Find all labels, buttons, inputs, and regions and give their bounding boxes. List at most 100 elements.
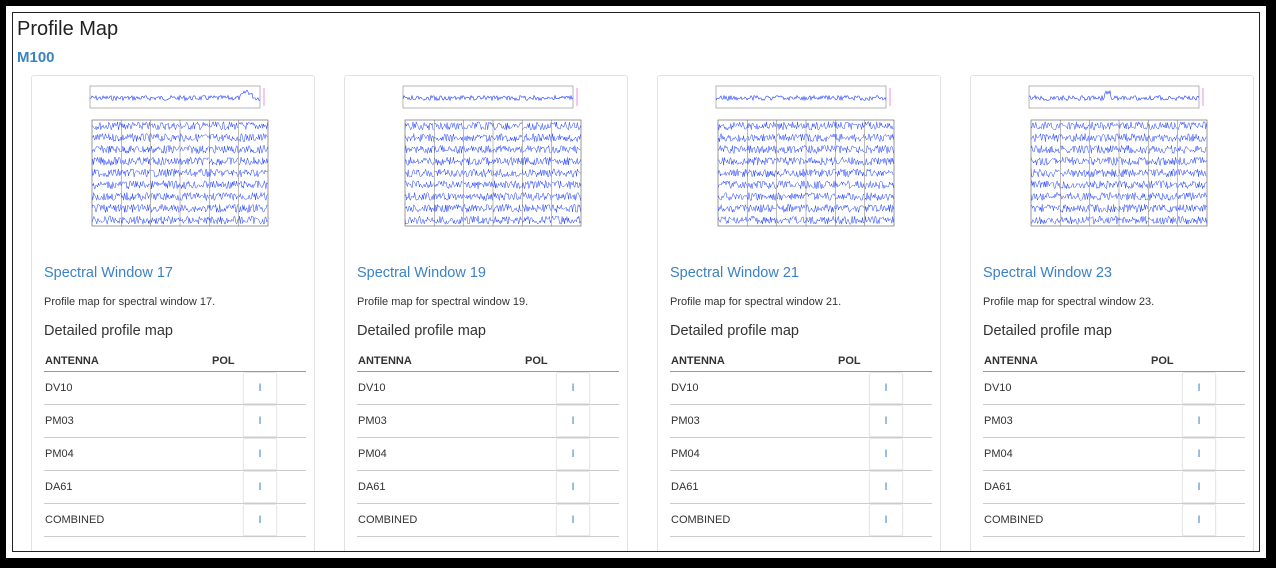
source-link[interactable]: M100 — [17, 49, 55, 66]
pol-cell: I — [1150, 371, 1216, 405]
antenna-name: DV10 — [357, 371, 524, 405]
profile-map-thumbnail[interactable] — [72, 78, 276, 242]
table-header: ANTENNA POL — [44, 350, 306, 372]
spw-title-link[interactable]: Spectral Window 21 — [670, 265, 799, 281]
pol-button[interactable]: I — [243, 372, 277, 404]
pol-cell: I — [524, 371, 590, 405]
table-row: DV10 I — [670, 371, 932, 405]
table-row: COMBINED I — [983, 503, 1245, 537]
pol-button[interactable]: I — [1182, 438, 1216, 470]
antenna-name: PM04 — [670, 437, 837, 471]
spw-description: Profile map for spectral window 19. — [357, 296, 529, 308]
profile-map-image — [402, 85, 582, 227]
profile-map-thumbnail[interactable] — [385, 78, 589, 242]
pol-cell: I — [211, 437, 277, 471]
empty-cell — [1216, 470, 1245, 504]
table-row: COMBINED I — [44, 503, 306, 537]
table-row: PM04 I — [670, 437, 932, 471]
antenna-table: ANTENNA POL DV10 I PM03 I PM04 I DA61 I COMBINED I — [357, 350, 619, 537]
empty-cell — [903, 404, 932, 438]
antenna-name: COMBINED — [44, 503, 211, 537]
pol-button[interactable]: I — [243, 504, 277, 536]
spectrum-frame — [715, 85, 887, 109]
pol-button[interactable]: I — [243, 405, 277, 437]
pol-button[interactable]: I — [869, 372, 903, 404]
window-frame: Profile Map M100 Spectral Window 17 Profi… — [4, 4, 1268, 560]
pol-button[interactable]: I — [1182, 471, 1216, 503]
antenna-name: DA61 — [357, 470, 524, 504]
average-spectrum-line — [402, 94, 574, 102]
pol-button[interactable]: I — [1182, 504, 1216, 536]
pol-button[interactable]: I — [1182, 372, 1216, 404]
spw-description: Profile map for spectral window 23. — [983, 296, 1155, 308]
antenna-table: ANTENNA POL DV10 I PM03 I PM04 I DA61 I COMBINED I — [44, 350, 306, 537]
content-area: Profile Map M100 Spectral Window 17 Profi… — [12, 12, 1260, 552]
table-header: ANTENNA POL — [357, 350, 619, 372]
pol-button[interactable]: I — [869, 471, 903, 503]
pol-button[interactable]: I — [556, 405, 590, 437]
spw-title-link[interactable]: Spectral Window 23 — [983, 265, 1112, 281]
antenna-name: PM03 — [44, 404, 211, 438]
empty-cell — [590, 404, 619, 438]
antenna-name: DV10 — [44, 371, 211, 405]
empty-cell — [277, 503, 306, 537]
page-title: Profile Map — [17, 18, 119, 40]
table-row: DV10 I — [357, 371, 619, 405]
average-spectrum-line — [1028, 90, 1200, 102]
column-header-pol: POL — [837, 350, 932, 372]
spw-description: Profile map for spectral window 21. — [670, 296, 842, 308]
pol-button[interactable]: I — [243, 471, 277, 503]
average-spectrum-line — [89, 89, 261, 102]
table-row: PM04 I — [44, 437, 306, 471]
profile-map-thumbnail[interactable] — [1011, 78, 1215, 242]
table-header: ANTENNA POL — [983, 350, 1245, 372]
pol-cell: I — [211, 503, 277, 537]
empty-cell — [1216, 437, 1245, 471]
table-row: DA61 I — [670, 470, 932, 504]
spw-card: Spectral Window 19 Profile map for spectr… — [344, 75, 628, 551]
table-row: PM03 I — [357, 404, 619, 438]
empty-cell — [903, 371, 932, 405]
empty-cell — [277, 470, 306, 504]
pol-cell: I — [524, 404, 590, 438]
pol-button[interactable]: I — [869, 504, 903, 536]
pol-button[interactable]: I — [556, 372, 590, 404]
detail-heading: Detailed profile map — [670, 323, 799, 339]
table-header: ANTENNA POL — [670, 350, 932, 372]
column-header-antenna: ANTENNA — [670, 350, 837, 372]
empty-cell — [1216, 503, 1245, 537]
profile-map-image — [89, 85, 269, 227]
table-row: PM03 I — [670, 404, 932, 438]
empty-cell — [277, 404, 306, 438]
empty-cell — [590, 470, 619, 504]
pol-cell: I — [837, 437, 903, 471]
profile-map-thumbnail[interactable] — [698, 78, 902, 242]
pol-button[interactable]: I — [556, 438, 590, 470]
pol-cell: I — [837, 470, 903, 504]
pol-button[interactable]: I — [243, 438, 277, 470]
pol-cell: I — [1150, 437, 1216, 471]
spw-title-link[interactable]: Spectral Window 17 — [44, 265, 173, 281]
empty-cell — [277, 437, 306, 471]
antenna-name: DA61 — [44, 470, 211, 504]
pol-button[interactable]: I — [1182, 405, 1216, 437]
pol-cell: I — [524, 503, 590, 537]
pol-cell: I — [837, 404, 903, 438]
empty-cell — [1216, 404, 1245, 438]
antenna-name: PM04 — [44, 437, 211, 471]
pol-cell: I — [524, 437, 590, 471]
empty-cell — [903, 470, 932, 504]
pol-button[interactable]: I — [869, 438, 903, 470]
average-spectrum-line — [715, 94, 887, 102]
antenna-name: PM03 — [670, 404, 837, 438]
pol-button[interactable]: I — [869, 405, 903, 437]
pol-button[interactable]: I — [556, 471, 590, 503]
antenna-name: PM04 — [357, 437, 524, 471]
empty-cell — [903, 437, 932, 471]
antenna-name: COMBINED — [670, 503, 837, 537]
pol-button[interactable]: I — [556, 504, 590, 536]
antenna-name: COMBINED — [357, 503, 524, 537]
antenna-table: ANTENNA POL DV10 I PM03 I PM04 I DA61 I COMBINED I — [983, 350, 1245, 537]
column-header-antenna: ANTENNA — [983, 350, 1150, 372]
spw-title-link[interactable]: Spectral Window 19 — [357, 265, 486, 281]
